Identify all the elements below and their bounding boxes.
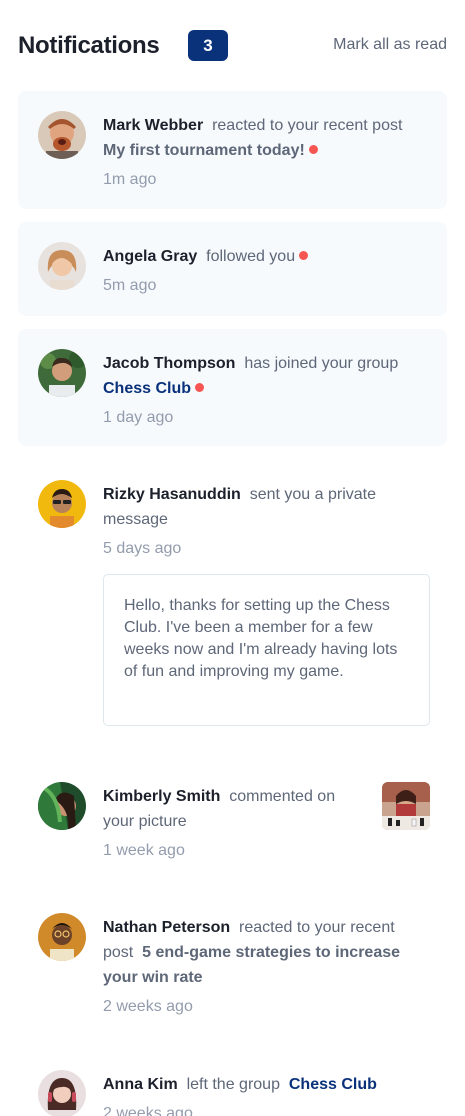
notification-time: 5m ago bbox=[103, 277, 157, 294]
notification-item[interactable]: Mark Webber reacted to your recent post … bbox=[18, 91, 447, 209]
notification-item[interactable]: Jacob Thompson has joined your group Che… bbox=[18, 329, 447, 446]
notification-target-post[interactable]: 5 end-game strategies to increase your w… bbox=[103, 944, 400, 986]
notification-content: Kimberly Smith commented on your picture… bbox=[103, 784, 367, 863]
notification-time: 1m ago bbox=[103, 171, 157, 188]
notification-item[interactable]: Angela Gray followed you 5m ago bbox=[18, 222, 447, 316]
notification-action: followed you bbox=[206, 248, 296, 265]
avatar-kimberly-smith[interactable] bbox=[38, 782, 86, 830]
notification-time: 2 weeks ago bbox=[103, 998, 193, 1015]
notification-target-group[interactable]: Chess Club bbox=[103, 380, 191, 397]
notification-content: Mark Webber reacted to your recent post … bbox=[103, 113, 429, 192]
notification-target-post[interactable]: My first tournament today! bbox=[103, 142, 305, 159]
notifications-header: Notifications 3 Mark all as read bbox=[18, 28, 447, 64]
notification-target-group[interactable]: Chess Club bbox=[289, 1076, 377, 1093]
notification-content: Jacob Thompson has joined your group Che… bbox=[103, 351, 429, 430]
notification-user-name[interactable]: Nathan Peterson bbox=[103, 919, 230, 936]
notification-user-name[interactable]: Rizky Hasanuddin bbox=[103, 486, 241, 503]
notification-action: left the group bbox=[186, 1076, 280, 1093]
notification-content: Nathan Peterson reacted to your recent p… bbox=[103, 915, 429, 1019]
notification-user-name[interactable]: Anna Kim bbox=[103, 1076, 178, 1093]
notification-user-name[interactable]: Mark Webber bbox=[103, 117, 203, 134]
avatar-anna-kim[interactable] bbox=[38, 1070, 86, 1116]
notification-time: 2 weeks ago bbox=[103, 1105, 193, 1116]
unread-dot bbox=[195, 383, 205, 392]
notification-content: Angela Gray followed you 5m ago bbox=[103, 244, 429, 298]
unread-dot bbox=[299, 251, 309, 260]
notification-item[interactable]: Kimberly Smith commented on your picture… bbox=[18, 760, 447, 872]
notification-user-name[interactable]: Kimberly Smith bbox=[103, 788, 220, 805]
avatar-mark-webber[interactable] bbox=[38, 111, 86, 159]
notification-time: 5 days ago bbox=[103, 540, 182, 557]
notification-action: has joined your group bbox=[244, 355, 399, 372]
notification-time: 1 week ago bbox=[103, 842, 185, 859]
notification-action: reacted to your recent post bbox=[212, 117, 403, 134]
unread-count-badge: 3 bbox=[188, 30, 228, 61]
private-message-preview[interactable]: Hello, thanks for setting up the Chess C… bbox=[103, 574, 430, 726]
notification-content: Rizky Hasanuddin sent you a private mess… bbox=[103, 482, 429, 561]
notification-user-name[interactable]: Angela Gray bbox=[103, 248, 197, 265]
notification-item[interactable]: Nathan Peterson reacted to your recent p… bbox=[18, 891, 447, 1031]
unread-dot bbox=[308, 145, 318, 154]
avatar-nathan-peterson[interactable] bbox=[38, 913, 86, 961]
avatar-angela-gray[interactable] bbox=[38, 242, 86, 290]
commented-picture-thumbnail[interactable] bbox=[382, 782, 430, 830]
avatar-jacob-thompson[interactable] bbox=[38, 349, 86, 397]
notification-item[interactable]: Anna Kim left the group Chess Club 2 wee… bbox=[18, 1048, 447, 1116]
notification-content: Anna Kim left the group Chess Club 2 wee… bbox=[103, 1072, 429, 1116]
avatar-rizky-hasanuddin[interactable] bbox=[38, 480, 86, 528]
notification-time: 1 day ago bbox=[103, 409, 174, 426]
notification-user-name[interactable]: Jacob Thompson bbox=[103, 355, 235, 372]
mark-all-as-read-button[interactable]: Mark all as read bbox=[333, 36, 447, 54]
page-title: Notifications bbox=[18, 32, 160, 59]
